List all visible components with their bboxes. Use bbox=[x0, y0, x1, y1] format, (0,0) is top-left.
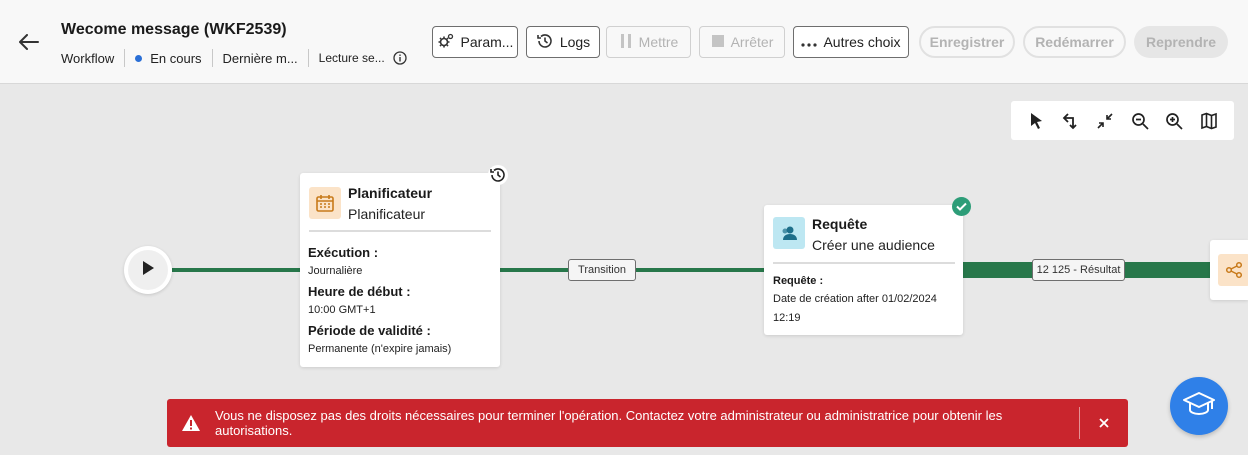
warning-icon bbox=[181, 414, 201, 432]
more-dots-icon bbox=[801, 34, 818, 50]
scheduler-activity-card[interactable]: Planificateur Planificateur Exécution : … bbox=[300, 173, 500, 367]
divider bbox=[307, 49, 309, 67]
pause-icon bbox=[619, 33, 633, 52]
logs-button[interactable]: Logs bbox=[526, 26, 600, 58]
start-node[interactable] bbox=[124, 246, 172, 294]
result-badge[interactable]: 12 125 - Résultat bbox=[1032, 259, 1125, 281]
query-value: Date de création after 01/02/2024 bbox=[773, 293, 937, 305]
more-choices-label: Autres choix bbox=[823, 34, 901, 50]
map-icon[interactable] bbox=[1197, 109, 1221, 133]
flow-connector bbox=[172, 268, 302, 272]
learn-help-button[interactable] bbox=[1170, 377, 1228, 435]
play-icon bbox=[141, 260, 155, 281]
workflow-type-label: Workflow bbox=[61, 50, 115, 66]
query-label: Requête : bbox=[773, 275, 824, 287]
query-activity-card[interactable]: Requête Créer une audience Requête : Dat… bbox=[764, 205, 963, 335]
status-label: En cours bbox=[150, 50, 202, 66]
audience-icon bbox=[773, 217, 805, 249]
workflow-meta: Workflow En cours Dernière m... Lecture … bbox=[61, 49, 407, 67]
scheduler-subtitle: Planificateur bbox=[348, 206, 426, 222]
restart-button[interactable]: Redémarrer bbox=[1023, 26, 1126, 58]
graduation-cap-icon bbox=[1183, 391, 1215, 422]
last-modified-label: Dernière m... bbox=[222, 50, 298, 66]
back-arrow-icon[interactable] bbox=[16, 30, 42, 54]
canvas-toolbar bbox=[1011, 101, 1234, 140]
zoom-in-icon[interactable] bbox=[1162, 109, 1186, 133]
share-icon bbox=[1218, 254, 1248, 286]
execution-label: Exécution : bbox=[308, 245, 379, 260]
divider bbox=[1079, 407, 1080, 439]
more-choices-button[interactable]: Autres choix bbox=[793, 26, 909, 58]
error-toast: Vous ne disposez pas des droits nécessai… bbox=[167, 399, 1128, 447]
stop-button[interactable]: Arrêter bbox=[699, 26, 785, 58]
redo-link-icon[interactable] bbox=[1059, 109, 1083, 133]
divider bbox=[309, 230, 491, 232]
start-time-label: Heure de début : bbox=[308, 284, 411, 299]
zoom-out-icon[interactable] bbox=[1128, 109, 1152, 133]
query-value-time: 12:19 bbox=[773, 312, 801, 324]
resume-button[interactable]: Reprendre bbox=[1134, 26, 1228, 58]
clock-icon bbox=[488, 165, 508, 185]
validity-label: Période de validité : bbox=[308, 323, 431, 338]
divider bbox=[124, 49, 126, 67]
query-title: Requête bbox=[812, 216, 868, 232]
divider bbox=[211, 49, 213, 67]
stop-icon bbox=[711, 34, 725, 51]
history-icon bbox=[536, 32, 554, 53]
pointer-icon[interactable] bbox=[1024, 109, 1048, 133]
stop-button-label: Arrêter bbox=[730, 34, 774, 50]
success-check-icon bbox=[952, 197, 971, 216]
scheduler-title: Planificateur bbox=[348, 185, 433, 201]
close-icon[interactable] bbox=[1090, 409, 1118, 437]
divider bbox=[773, 262, 955, 264]
execution-value: Journalière bbox=[308, 265, 363, 277]
query-subtitle: Créer une audience bbox=[812, 237, 935, 253]
info-icon[interactable] bbox=[393, 51, 407, 65]
next-activity-card[interactable] bbox=[1210, 240, 1248, 300]
pause-button[interactable]: Mettre bbox=[606, 26, 691, 58]
validity-value: Permanente (n'expire jamais) bbox=[308, 343, 452, 355]
gears-icon bbox=[437, 32, 455, 53]
page-title: Wecome message (WKF2539) bbox=[61, 21, 287, 38]
toast-message: Vous ne disposez pas des droits nécessai… bbox=[215, 408, 1003, 438]
save-button[interactable]: Enregistrer bbox=[919, 26, 1015, 58]
calendar-icon bbox=[309, 187, 341, 219]
reading-label: Lecture se... bbox=[318, 51, 385, 65]
transition-badge[interactable]: Transition bbox=[568, 259, 636, 281]
pause-button-label: Mettre bbox=[638, 34, 679, 50]
logs-button-label: Logs bbox=[559, 34, 591, 50]
settings-button[interactable]: Param... bbox=[432, 26, 518, 58]
start-time-value: 10:00 GMT+1 bbox=[308, 304, 376, 316]
workflow-header: Wecome message (WKF2539) Workflow En cou… bbox=[0, 0, 1248, 84]
status-dot-icon bbox=[135, 54, 143, 62]
settings-button-label: Param... bbox=[460, 34, 514, 50]
collapse-icon[interactable] bbox=[1093, 109, 1117, 133]
